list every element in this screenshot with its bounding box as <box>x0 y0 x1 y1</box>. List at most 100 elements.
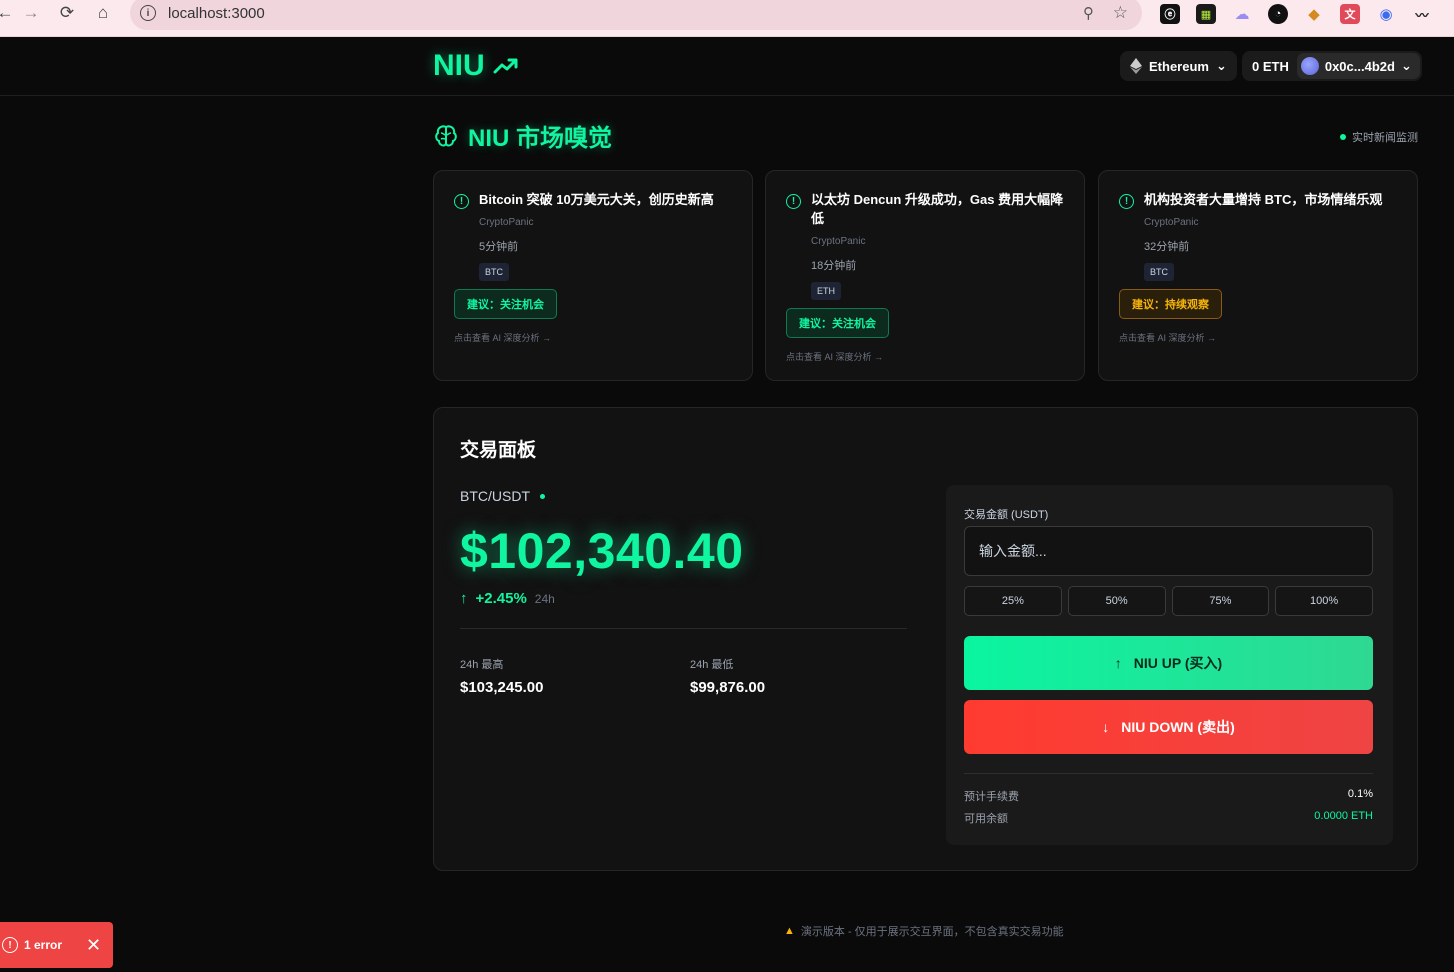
sell-label: NIU DOWN (卖出) <box>1121 719 1235 735</box>
news-tag: BTC <box>1144 263 1174 281</box>
price-change: ↑ +2.45% 24h <box>460 590 555 607</box>
divider <box>964 773 1373 774</box>
chevron-down-icon: ⌄ <box>1400 58 1412 73</box>
error-icon: ! <box>2 937 18 953</box>
news-title: Bitcoin 突破 10万美元大关，创历史新高 <box>479 192 714 207</box>
news-tag: ETH <box>811 282 841 300</box>
advice-badge[interactable]: 建议：关注机会 <box>786 308 889 338</box>
ethereum-icon <box>1130 58 1142 74</box>
logo-text: NIU <box>433 49 485 82</box>
buy-label: NIU UP (买入) <box>1133 655 1223 671</box>
alert-circle-icon: ! <box>454 194 469 209</box>
live-dot <box>1340 134 1346 140</box>
extension-icon-8[interactable]: 〰 <box>1412 4 1432 24</box>
percent-buttons: 25% 50% 75% 100% <box>964 586 1373 616</box>
brain-icon <box>435 124 457 146</box>
demo-notice-text: 演示版本 - 仅用于展示交互界面，不包含真实交易功能 <box>800 926 1064 938</box>
percent-100-button[interactable]: 100% <box>1275 586 1373 616</box>
high-value: $103,245.00 <box>460 679 544 696</box>
account-button[interactable]: 0x0c...4b2d ⌄ <box>1296 53 1420 79</box>
home-icon[interactable]: ⌂ <box>90 0 116 26</box>
forward-icon[interactable]: → <box>18 0 44 26</box>
news-tag: BTC <box>479 263 509 281</box>
url-text: localhost:3000 <box>168 4 265 22</box>
extension-icon-2[interactable]: ▦ <box>1196 4 1216 24</box>
news-title: 以太坊 Dencun 升级成功，Gas 费用大幅降低 <box>811 192 1064 226</box>
fee-value: 0.1% <box>1347 788 1373 800</box>
available-value: 0.0000 ETH <box>1314 810 1373 822</box>
amount-input[interactable]: 输入金额... <box>964 526 1373 576</box>
extension-icon-6[interactable]: 文 <box>1340 4 1360 24</box>
live-dot <box>540 493 545 499</box>
panel-title: 交易面板 <box>460 440 537 461</box>
advice-badge[interactable]: 建议：关注机会 <box>454 289 557 319</box>
ai-analysis-link[interactable]: 点击查看 AI 深度分析 → <box>786 350 883 363</box>
alert-circle-icon: ! <box>1119 194 1134 209</box>
news-source: CryptoPanic <box>1144 217 1199 228</box>
current-price: $102,340.40 <box>460 523 744 579</box>
news-source: CryptoPanic <box>479 217 534 228</box>
site-info-icon[interactable]: i <box>140 5 156 21</box>
arrow-up-icon: ↑ <box>1114 655 1122 671</box>
trending-up-icon <box>493 58 518 74</box>
extension-icon-3[interactable]: ☁ <box>1232 4 1252 24</box>
close-icon[interactable]: ✕ <box>86 935 101 956</box>
avatar <box>1300 57 1319 75</box>
available-label: 可用余额 <box>964 813 1008 825</box>
network-name: Ethereum <box>1149 58 1209 74</box>
account-address: 0x0c...4b2d <box>1324 58 1395 74</box>
alert-circle-icon: ! <box>786 194 801 209</box>
percent-75-button[interactable]: 75% <box>1171 586 1270 616</box>
extension-icon-4[interactable]: ◔ <box>1268 4 1288 24</box>
low-value: $99,876.00 <box>690 679 766 696</box>
wallet-balance: 0 ETH <box>1252 58 1289 74</box>
error-label: 1 error <box>24 938 63 952</box>
change-period: 24h <box>534 591 555 606</box>
back-icon[interactable]: ← <box>0 0 18 26</box>
error-toast[interactable]: ! 1 error ✕ <box>0 922 113 968</box>
logo[interactable]: NIU <box>433 49 519 83</box>
news-time: 5分钟前 <box>479 241 519 253</box>
zoom-icon[interactable]: ⚲ <box>1083 4 1094 22</box>
buy-button[interactable]: ↑ NIU UP (买入) <box>964 636 1373 690</box>
pair-name: BTC/USDT <box>460 488 530 504</box>
news-card[interactable]: ! Bitcoin 突破 10万美元大关，创历史新高 CryptoPanic 5… <box>433 170 753 381</box>
change-percent: +2.45% <box>475 590 527 607</box>
network-selector[interactable]: Ethereum ⌄ <box>1120 51 1237 81</box>
extension-icon-1[interactable]: ⓔ <box>1160 4 1180 24</box>
fee-label: 预计手续费 <box>964 791 1019 803</box>
percent-25-button[interactable]: 25% <box>964 586 1062 616</box>
percent-50-button[interactable]: 50% <box>1067 586 1166 616</box>
live-label: 实时新闻监测 <box>1352 132 1418 144</box>
news-time: 32分钟前 <box>1144 241 1190 253</box>
extension-icon-5[interactable]: ◆ <box>1304 4 1324 24</box>
news-time: 18分钟前 <box>811 260 857 272</box>
news-card[interactable]: ! 以太坊 Dencun 升级成功，Gas 费用大幅降低 CryptoPanic… <box>765 170 1085 381</box>
divider <box>460 628 907 629</box>
app-header: NIU Ethereum ⌄ 0 ETH 0x0c...4b2d ⌄ <box>0 37 1454 96</box>
high-stat: 24h 最高 $103,245.00 <box>460 656 543 696</box>
ai-analysis-link[interactable]: 点击查看 AI 深度分析 → <box>1119 331 1216 344</box>
reload-icon[interactable]: ⟳ <box>54 0 80 26</box>
market-section-title: NIU 市场嗅觉 <box>433 118 612 153</box>
trading-panel: 交易面板 BTC/USDT $102,340.40 ↑ +2.45% 24h 2… <box>433 407 1418 871</box>
trading-pair: BTC/USDT <box>460 488 545 504</box>
bookmark-star-icon[interactable]: ☆ <box>1113 3 1128 23</box>
advice-badge[interactable]: 建议：持续观察 <box>1119 289 1222 319</box>
address-bar[interactable]: i localhost:3000 ⚲ ☆ <box>130 0 1142 30</box>
wallet-button[interactable]: 0 ETH 0x0c...4b2d ⌄ <box>1242 51 1422 81</box>
high-label: 24h 最高 <box>460 659 504 671</box>
sell-button[interactable]: ↓ NIU DOWN (卖出) <box>964 700 1373 754</box>
arrow-up-icon: ↑ <box>460 590 468 607</box>
order-form: 交易金额 (USDT) 输入金额... 25% 50% 75% 100% ↑ N… <box>946 485 1393 845</box>
news-card[interactable]: ! 机构投资者大量增持 BTC，市场情绪乐观 CryptoPanic 32分钟前… <box>1098 170 1418 381</box>
live-monitor-indicator: 实时新闻监测 <box>1340 129 1418 145</box>
low-label: 24h 最低 <box>690 659 734 671</box>
news-title: 机构投资者大量增持 BTC，市场情绪乐观 <box>1144 192 1383 207</box>
extension-icon-7[interactable]: ◉ <box>1376 4 1396 24</box>
ai-analysis-link[interactable]: 点击查看 AI 深度分析 → <box>454 331 551 344</box>
demo-notice: ▲ 演示版本 - 仅用于展示交互界面，不包含真实交易功能 <box>784 923 1064 939</box>
low-stat: 24h 最低 $99,876.00 <box>690 656 765 696</box>
warning-icon: ▲ <box>784 925 795 937</box>
arrow-down-icon: ↓ <box>1102 719 1110 735</box>
